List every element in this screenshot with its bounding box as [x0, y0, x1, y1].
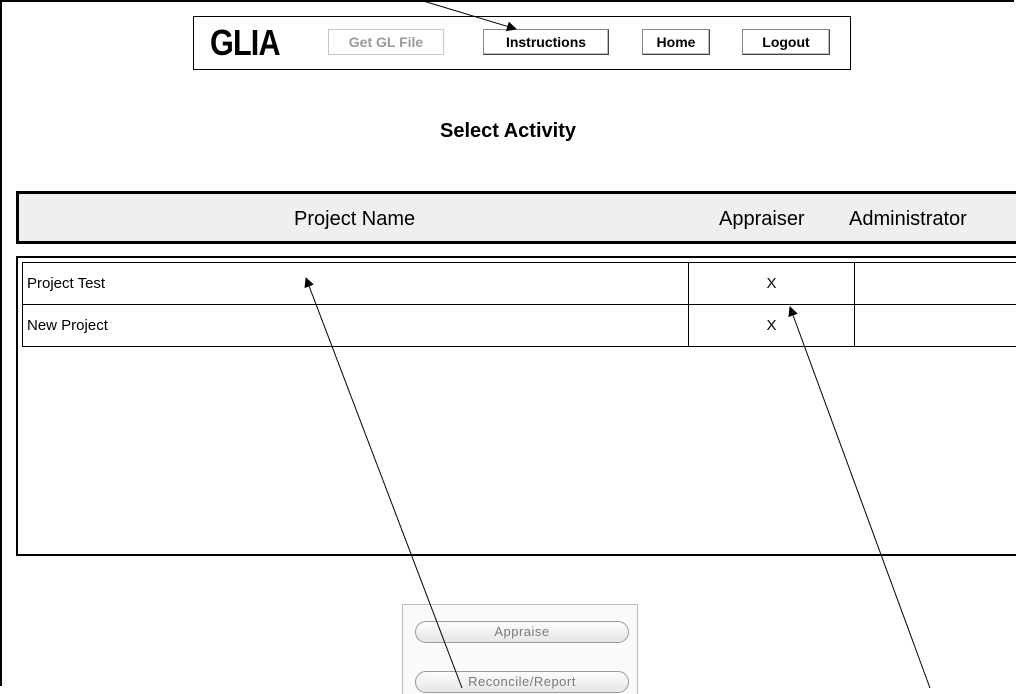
- top-nav-bar: GLIA Get GL File Instructions Home Logou…: [193, 16, 851, 70]
- project-name-cell[interactable]: New Project: [22, 304, 689, 347]
- table-row[interactable]: Project Test X: [22, 262, 1016, 305]
- logout-button[interactable]: Logout: [742, 29, 830, 55]
- reconcile-report-button[interactable]: Reconcile/Report: [415, 671, 629, 693]
- instructions-button[interactable]: Instructions: [483, 29, 609, 55]
- home-button[interactable]: Home: [642, 29, 710, 55]
- project-name-cell[interactable]: Project Test: [22, 262, 689, 305]
- administrator-cell[interactable]: [854, 304, 1016, 347]
- appraiser-cell[interactable]: X: [688, 262, 855, 305]
- appraiser-cell[interactable]: X: [688, 304, 855, 347]
- glia-logo: GLIA: [210, 22, 281, 63]
- project-table: Project Test X New Project X: [16, 256, 1016, 556]
- table-row[interactable]: New Project X: [22, 304, 1016, 347]
- action-panel: Appraise Reconcile/Report: [402, 604, 638, 694]
- appraise-button[interactable]: Appraise: [415, 621, 629, 643]
- column-header-project-name: Project Name: [294, 208, 416, 230]
- column-header-appraiser: Appraiser: [719, 208, 805, 230]
- table-header: Project Name Appraiser Administrator: [16, 191, 1016, 244]
- administrator-cell[interactable]: [854, 262, 1016, 305]
- page-title: Select Activity: [440, 120, 576, 142]
- get-gl-file-button[interactable]: Get GL File: [328, 29, 444, 55]
- column-header-administrator: Administrator: [849, 208, 967, 230]
